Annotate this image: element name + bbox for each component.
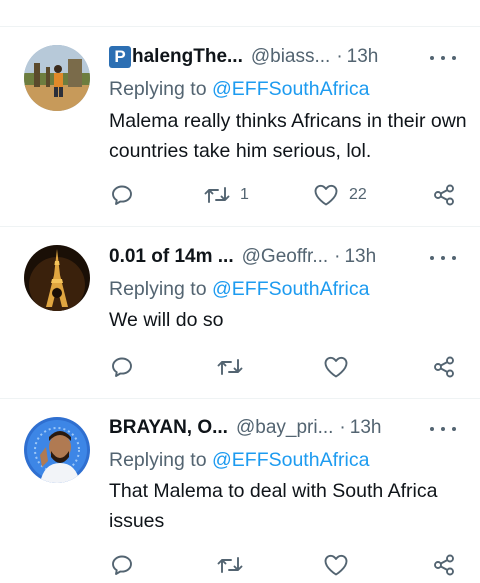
display-name[interactable]: halengThe... bbox=[132, 45, 243, 69]
share-icon bbox=[434, 356, 454, 378]
more-icon[interactable] bbox=[430, 424, 456, 434]
share-button[interactable] bbox=[432, 355, 456, 379]
tweet-divider bbox=[0, 226, 480, 227]
tweet-text: That Malema to deal with South Africa is… bbox=[109, 480, 438, 532]
user-handle[interactable]: @bay_pri... bbox=[236, 416, 333, 440]
replying-to-label: Replying to bbox=[109, 78, 207, 100]
reply-button[interactable] bbox=[110, 553, 134, 577]
avatar[interactable] bbox=[24, 45, 90, 111]
retweet-button[interactable] bbox=[217, 553, 253, 577]
top-divider bbox=[0, 26, 480, 27]
tweet-header: BRAYAN, O... @bay_pri... · 13h bbox=[109, 416, 381, 440]
tweet-divider bbox=[0, 398, 480, 399]
reply-icon bbox=[112, 555, 132, 575]
replying-to: Replying to @EFFSouthAfrica bbox=[109, 448, 369, 472]
more-icon[interactable] bbox=[430, 253, 456, 263]
retweet-button[interactable] bbox=[217, 355, 253, 379]
display-name[interactable]: BRAYAN, O... bbox=[109, 416, 228, 440]
separator-dot: · bbox=[339, 417, 346, 438]
retweet-icon bbox=[204, 187, 230, 203]
avatar[interactable] bbox=[24, 245, 90, 311]
replying-to-label: Replying to bbox=[109, 278, 207, 300]
display-name[interactable]: 0.01 of 14m ... bbox=[109, 245, 234, 269]
mention-link[interactable]: @EFFSouthAfrica bbox=[212, 449, 369, 471]
avatar-image bbox=[24, 245, 90, 311]
tweet-header: P halengThe... @biass... · 13h bbox=[109, 45, 378, 69]
timestamp[interactable]: 13h bbox=[344, 245, 376, 269]
heart-icon bbox=[324, 554, 348, 576]
retweet-count: 1 bbox=[240, 186, 249, 203]
avatar-image bbox=[24, 417, 90, 483]
tweet-text: Malema really thinks Africans in their o… bbox=[109, 110, 467, 162]
separator-dot: · bbox=[336, 46, 343, 67]
timestamp[interactable]: 13h bbox=[347, 45, 379, 69]
replying-to: Replying to @EFFSouthAfrica bbox=[109, 277, 369, 301]
like-button[interactable] bbox=[323, 355, 359, 379]
user-handle[interactable]: @biass... bbox=[251, 45, 330, 69]
mention-link[interactable]: @EFFSouthAfrica bbox=[212, 278, 369, 300]
avatar[interactable] bbox=[24, 417, 90, 483]
avatar-image bbox=[24, 45, 90, 111]
heart-icon bbox=[324, 356, 348, 378]
reply-icon bbox=[112, 185, 132, 205]
timestamp[interactable]: 13h bbox=[350, 416, 382, 440]
reply-icon bbox=[112, 357, 132, 377]
like-button[interactable] bbox=[323, 553, 359, 577]
replying-to: Replying to @EFFSouthAfrica bbox=[109, 77, 369, 101]
user-handle[interactable]: @Geoffr... bbox=[242, 245, 329, 269]
tweet-header: 0.01 of 14m ... @Geoffr... · 13h bbox=[109, 245, 376, 269]
share-button[interactable] bbox=[432, 553, 456, 577]
more-icon[interactable] bbox=[430, 53, 456, 63]
reply-button[interactable] bbox=[110, 183, 134, 207]
reply-button[interactable] bbox=[110, 355, 134, 379]
name-badge-letter: P bbox=[109, 46, 131, 68]
separator-dot: · bbox=[334, 246, 341, 267]
mention-link[interactable]: @EFFSouthAfrica bbox=[212, 78, 369, 100]
like-button[interactable]: 22 bbox=[313, 183, 367, 207]
retweet-icon bbox=[217, 557, 243, 573]
like-count: 22 bbox=[349, 186, 367, 203]
share-icon bbox=[434, 554, 454, 576]
retweet-button[interactable]: 1 bbox=[204, 183, 249, 207]
retweet-icon bbox=[217, 359, 243, 375]
replying-to-label: Replying to bbox=[109, 449, 207, 471]
share-button[interactable] bbox=[432, 183, 456, 207]
heart-icon bbox=[314, 184, 338, 206]
tweet-text: We will do so bbox=[109, 309, 224, 331]
share-icon bbox=[434, 184, 454, 206]
